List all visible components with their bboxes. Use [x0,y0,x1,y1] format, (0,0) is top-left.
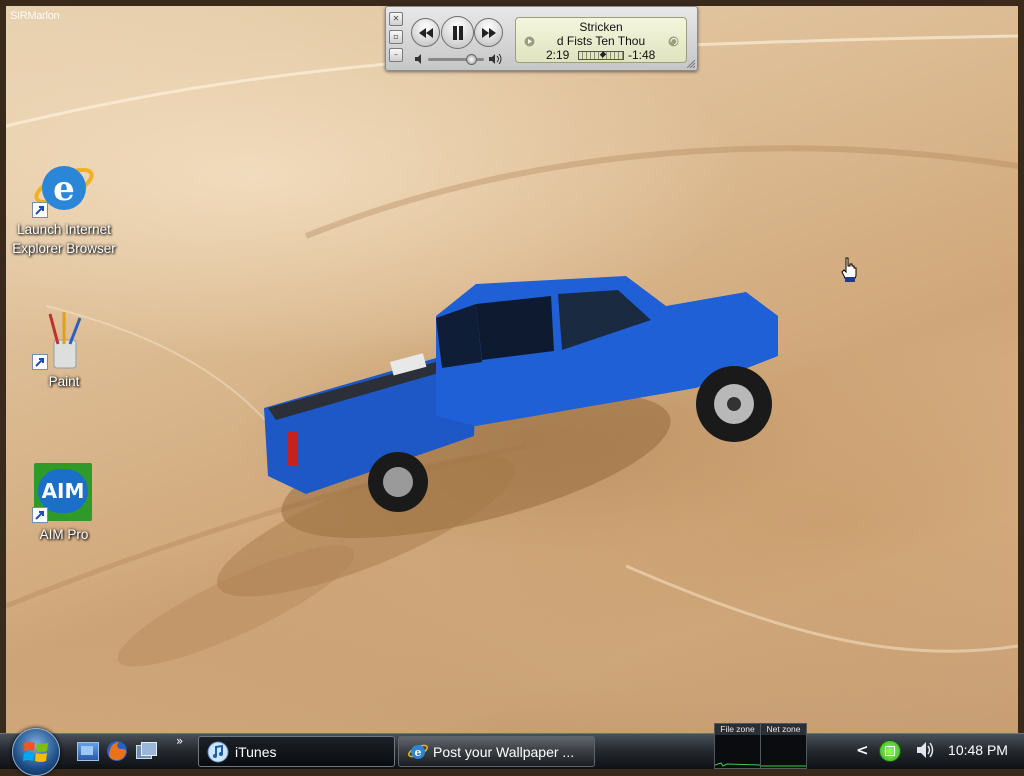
track-progress-bar[interactable] [578,51,624,60]
windows-logo-icon [23,742,48,762]
network-status-icon[interactable] [879,740,901,762]
shortcut-arrow-icon [32,354,48,370]
firefox-icon[interactable] [106,740,128,762]
itunes-status-display: Stricken d Fists Ten Thou 2:19 -1:48 [515,17,687,63]
internet-explorer-icon: e [408,744,428,759]
track-progress-knob[interactable] [599,51,607,58]
taskbar-button-internet-explorer[interactable]: e Post your Wallpaper ... [398,736,595,767]
elapsed-time: 2:19 [546,48,570,62]
track-title: Stricken [579,20,623,34]
svg-text:e: e [415,746,422,759]
pause-icon [452,25,463,40]
file-zone-meter[interactable]: File zone [714,723,761,769]
blue-pickup-truck [117,276,778,667]
desktop-wallpaper: SIRMarlon e Launch Internet Explorer Bro… [6,6,1018,733]
close-button[interactable]: ✕ [389,12,403,26]
aim-logo-text: AIM [41,479,85,503]
volume-icon[interactable] [915,740,937,760]
tray-expand-chevron[interactable]: < [856,741,869,759]
remaining-time: -1:48 [628,48,656,62]
icon-label: AIM Pro [39,527,89,542]
next-track-button[interactable] [474,18,503,47]
track-artist-album: d Fists Ten Thou [556,34,646,48]
icon-label: Explorer Browser [12,241,116,256]
system-clock[interactable]: 10:48 PM [940,742,1016,758]
meter-label: Net zone [761,724,806,735]
net-zone-graph [761,765,806,767]
hand-cursor-icon [841,257,857,282]
shortcut-arrow-icon [32,202,48,218]
taskbar: » iTunes e Post your Wallpaper ... File … [0,723,1024,776]
volume-slider-knob[interactable] [466,54,478,65]
icon-label: Paint [48,374,80,389]
net-zone-meter[interactable]: Net zone [760,723,807,769]
pause-button[interactable] [441,16,474,49]
svg-text:e: e [53,169,75,209]
quick-launch-overflow[interactable]: » [176,734,183,748]
volume-high-icon [489,54,502,64]
show-desktop-icon [81,746,93,755]
desktop-icon-paint[interactable]: Paint [6,308,124,392]
volume-slider[interactable] [428,54,484,65]
play-indicator-icon[interactable] [524,36,535,47]
resize-grip-icon[interactable] [687,60,695,68]
desktop-icon-aim-pro[interactable]: AIM AIM Pro [6,461,124,545]
taskbar-button-itunes[interactable]: iTunes [198,736,395,767]
start-button[interactable] [12,728,60,776]
fast-forward-icon [481,27,496,38]
desktop-icon-internet-explorer[interactable]: e Launch Internet Explorer Browser [6,156,124,259]
shortcut-arrow-icon [32,507,48,523]
meter-label: File zone [715,724,760,735]
quick-launch-switch-windows[interactable] [136,742,157,759]
itunes-mini-player[interactable]: ✕ ▫ – Stricken d Fists Ten Thou 2:19 -1:… [385,6,698,71]
previous-track-button[interactable] [411,18,440,47]
repeat-icon[interactable] [668,36,679,47]
restore-button[interactable]: ▫ [389,30,403,44]
itunes-icon [207,741,229,762]
icon-label: Launch Internet [17,222,111,237]
taskbar-button-label: Post your Wallpaper ... [433,743,575,760]
volume-low-icon [415,54,421,64]
taskbar-button-label: iTunes [235,743,277,760]
minimize-button[interactable]: – [389,48,403,62]
file-zone-graph [714,762,761,767]
quick-launch-show-desktop[interactable] [77,742,99,761]
rewind-icon [418,27,433,38]
